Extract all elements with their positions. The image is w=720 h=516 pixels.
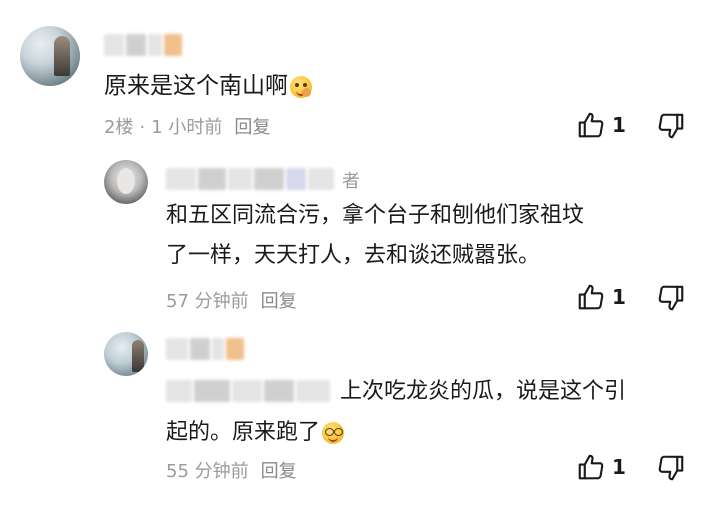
like-button[interactable]: 1 <box>576 282 626 312</box>
like-count: 1 <box>612 285 626 309</box>
glasses-face-emoji-icon <box>322 422 345 444</box>
avatar[interactable] <box>20 26 80 86</box>
comment-meta: 57 分钟前 回复 <box>166 287 297 313</box>
comment-text: 上次吃龙炎的瓜，说是这个引 <box>340 372 626 412</box>
reply-button[interactable]: 回复 <box>261 461 297 482</box>
thumbs-up-icon <box>578 454 604 480</box>
thumbs-up-icon <box>578 112 604 138</box>
like-count: 1 <box>612 455 626 479</box>
comment-thread: 原来是这个南山啊 2楼 · 1 小时前 回复 1 者 和五区同流合污，拿个台子和刨他们… <box>0 0 720 516</box>
thumbs-down-icon <box>658 455 684 481</box>
comment-text: 和五区同流合污，拿个台子和刨他们家祖坟 了一样，天天打人，去和谈还贼嚣张。 <box>166 196 584 276</box>
author-tag: 者 <box>342 171 360 192</box>
laughing-face-emoji-icon <box>290 75 312 98</box>
mention-blurred[interactable] <box>166 380 332 402</box>
like-button[interactable]: 1 <box>576 452 626 482</box>
like-button[interactable]: 1 <box>576 110 626 140</box>
comment-line: 和五区同流合污，拿个台子和刨他们家祖坟 <box>166 203 585 228</box>
thumbs-down-icon <box>658 285 684 311</box>
timestamp: 1 小时前 <box>151 117 223 138</box>
comment-text: 原来是这个南山啊 <box>104 66 312 106</box>
timestamp: 55 分钟前 <box>166 461 249 482</box>
thumbs-up-icon <box>578 284 604 310</box>
username-blurred[interactable] <box>104 34 184 56</box>
timestamp: 57 分钟前 <box>166 291 249 312</box>
dislike-button[interactable] <box>656 283 686 317</box>
comment-meta: 55 分钟前 回复 <box>166 457 297 483</box>
comment-line: 了一样，天天打人，去和谈还贼嚣张。 <box>166 243 541 268</box>
avatar[interactable] <box>104 160 148 204</box>
comment-line: 起的。原来跑了 <box>166 420 321 445</box>
comment-line: 上次吃龙炎的瓜，说是这个引 <box>340 379 627 404</box>
like-count: 1 <box>612 113 626 137</box>
comment-text: 起的。原来跑了 <box>166 413 345 453</box>
thumbs-down-icon <box>658 113 684 139</box>
floor-number: 2楼 <box>104 117 134 138</box>
username-blurred[interactable] <box>166 338 246 360</box>
reply-button[interactable]: 回复 <box>261 291 297 312</box>
reply-button[interactable]: 回复 <box>234 117 270 138</box>
dislike-button[interactable] <box>656 111 686 145</box>
dislike-button[interactable] <box>656 453 686 487</box>
avatar[interactable] <box>104 332 148 376</box>
username-blurred[interactable] <box>166 168 338 190</box>
comment-meta: 2楼 · 1 小时前 回复 <box>104 117 271 138</box>
